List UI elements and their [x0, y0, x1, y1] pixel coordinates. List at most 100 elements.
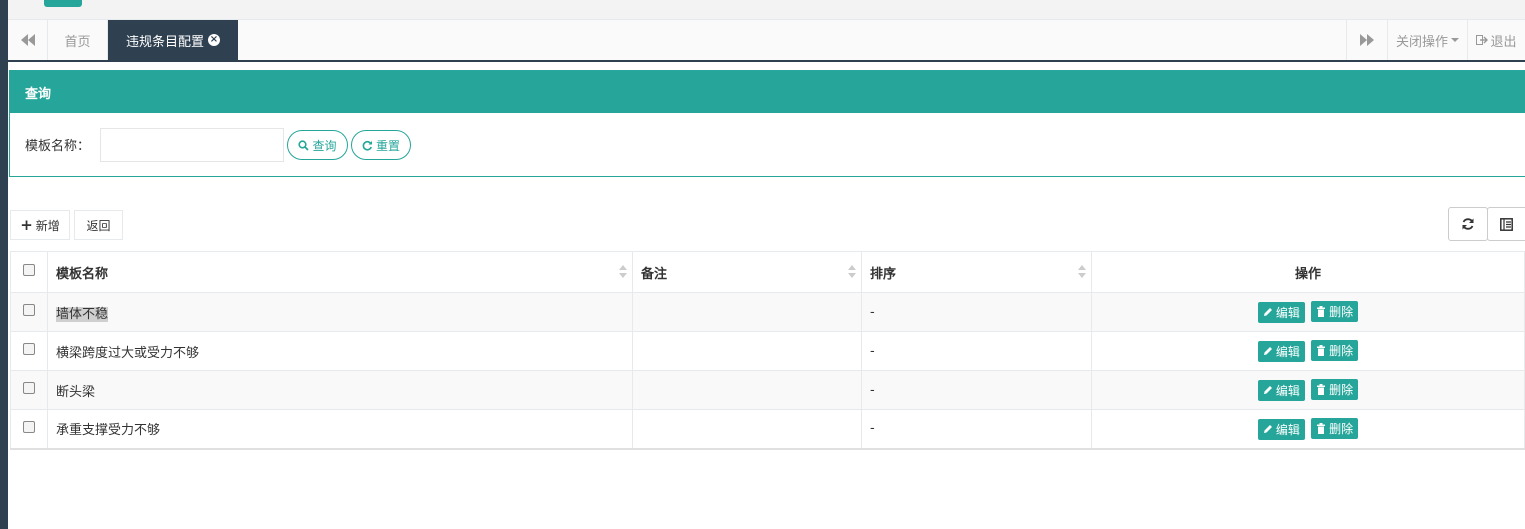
row-template-name: 断头梁	[47, 370, 633, 410]
row-sort: -	[861, 292, 1092, 332]
sort-icon	[1078, 265, 1086, 279]
row-sort: -	[861, 331, 1092, 371]
back-button[interactable]: 返回	[74, 210, 123, 240]
edit-button-label: 编辑	[1275, 305, 1300, 320]
row-template-name: 横梁跨度过大或受力不够	[47, 331, 633, 371]
backward-icon	[20, 34, 35, 46]
pencil-icon	[1263, 386, 1272, 395]
table-columns-button[interactable]	[1487, 207, 1525, 241]
edit-button[interactable]: 编辑	[1257, 340, 1305, 362]
delete-button-label: 删除	[1329, 422, 1354, 436]
table-row[interactable]: 横梁跨度过大或受力不够 - 编辑 删除	[10, 331, 1525, 371]
exit-label: 退出	[1490, 34, 1517, 50]
close-ops-label: 关闭操作	[1395, 34, 1448, 50]
add-button-label: 新增	[35, 218, 60, 233]
top-header	[8, 0, 1525, 20]
select-all-cell	[10, 251, 48, 293]
close-tab-icon[interactable]: ×	[208, 34, 220, 46]
tab-home-label: 首页	[64, 34, 91, 50]
trash-icon	[1317, 423, 1326, 434]
caret-down-icon	[1451, 38, 1459, 42]
edit-button[interactable]: 编辑	[1257, 379, 1305, 401]
row-remark	[632, 370, 862, 410]
tab-prev-button[interactable]	[8, 20, 48, 60]
row-operations: 编辑 删除	[1091, 292, 1525, 332]
side-nav-strip	[0, 0, 8, 529]
delete-button[interactable]: 删除	[1311, 418, 1359, 439]
row-checkbox[interactable]	[23, 343, 35, 355]
header-sort-label: 排序	[870, 266, 897, 282]
sort-icon	[619, 265, 627, 279]
tab-home[interactable]: 首页	[48, 20, 108, 60]
row-remark	[632, 331, 862, 371]
table-refresh-button[interactable]	[1448, 207, 1488, 241]
edit-button-label: 编辑	[1275, 344, 1300, 359]
template-name-label: 模板名称：	[25, 139, 91, 154]
query-panel: 查询 模板名称： 查询 重置	[9, 70, 1525, 177]
delete-button-label: 删除	[1329, 383, 1354, 398]
delete-button-label: 删除	[1329, 344, 1354, 359]
template-name-input[interactable]	[100, 128, 284, 162]
tab-active-label: 违规条目配置	[125, 34, 204, 50]
header-operations-label: 操作	[1294, 266, 1321, 282]
row-check-cell	[10, 370, 48, 410]
delete-button[interactable]: 删除	[1311, 379, 1359, 401]
row-operations: 编辑 删除	[1091, 331, 1525, 371]
row-check-cell	[10, 331, 48, 371]
row-remark	[632, 292, 862, 332]
row-operations: 编辑 删除	[1091, 370, 1525, 410]
table-row[interactable]: 承重支撑受力不够 - 编辑 删除	[10, 409, 1525, 450]
header-remark[interactable]: 备注	[632, 251, 862, 293]
delete-button-label: 删除	[1329, 305, 1354, 320]
sign-out-icon	[1476, 35, 1489, 45]
tab-violation-config[interactable]: 违规条目配置 ×	[108, 20, 238, 60]
row-template-name: 墙体不稳	[47, 292, 633, 332]
menu-toggle-button[interactable]	[44, 0, 82, 7]
header-template-name[interactable]: 模板名称	[47, 251, 633, 293]
reset-button[interactable]: 重置	[351, 130, 411, 160]
reset-button-label: 重置	[375, 138, 400, 153]
refresh-icon	[362, 140, 372, 151]
search-button[interactable]: 查询	[287, 130, 348, 160]
row-template-name-text: 墙体不稳	[56, 306, 109, 322]
header-remark-label: 备注	[641, 266, 668, 282]
exit-button[interactable]: 退出	[1468, 20, 1525, 60]
row-checkbox[interactable]	[23, 382, 35, 394]
edit-button-label: 编辑	[1275, 422, 1300, 437]
edit-button[interactable]: 编辑	[1257, 418, 1305, 440]
pencil-icon	[1263, 425, 1272, 433]
row-operations: 编辑 删除	[1091, 409, 1525, 450]
row-template-name: 承重支撑受力不够	[47, 409, 633, 450]
add-button[interactable]: + 新增	[10, 210, 70, 240]
search-icon	[298, 139, 310, 151]
header-operations: 操作	[1091, 251, 1525, 293]
delete-button[interactable]: 删除	[1311, 340, 1359, 362]
back-button-label: 返回	[86, 218, 111, 233]
row-check-cell	[10, 409, 48, 450]
table-row[interactable]: 墙体不稳 - 编辑 删除	[10, 292, 1525, 332]
template-table: 模板名称 备注 排序 操作 墙体不稳 - 编辑 删除 横梁跨度过大或受力不够 -…	[10, 251, 1525, 450]
close-operations-dropdown[interactable]: 关闭操作	[1388, 20, 1468, 60]
row-sort: -	[861, 409, 1092, 450]
header-template-name-label: 模板名称	[56, 266, 109, 282]
query-panel-title: 查询	[10, 71, 1525, 113]
table-header-row: 模板名称 备注 排序 操作	[10, 251, 1525, 293]
trash-icon	[1317, 345, 1326, 357]
pencil-icon	[1263, 347, 1272, 356]
edit-button-label: 编辑	[1275, 383, 1300, 398]
forward-icon	[1360, 34, 1374, 46]
pencil-icon	[1263, 308, 1272, 317]
row-checkbox[interactable]	[23, 420, 35, 433]
table-row[interactable]: 断头梁 - 编辑 删除	[10, 370, 1525, 410]
row-check-cell	[10, 292, 48, 332]
columns-icon	[1500, 217, 1513, 231]
edit-button[interactable]: 编辑	[1257, 301, 1305, 323]
delete-button[interactable]: 删除	[1311, 301, 1359, 323]
sort-icon	[848, 265, 856, 279]
header-sort[interactable]: 排序	[861, 251, 1092, 293]
trash-icon	[1317, 384, 1326, 396]
tab-next-button[interactable]	[1346, 20, 1388, 60]
select-all-checkbox[interactable]	[23, 264, 35, 276]
row-checkbox[interactable]	[23, 304, 35, 316]
plus-icon: +	[20, 215, 33, 234]
